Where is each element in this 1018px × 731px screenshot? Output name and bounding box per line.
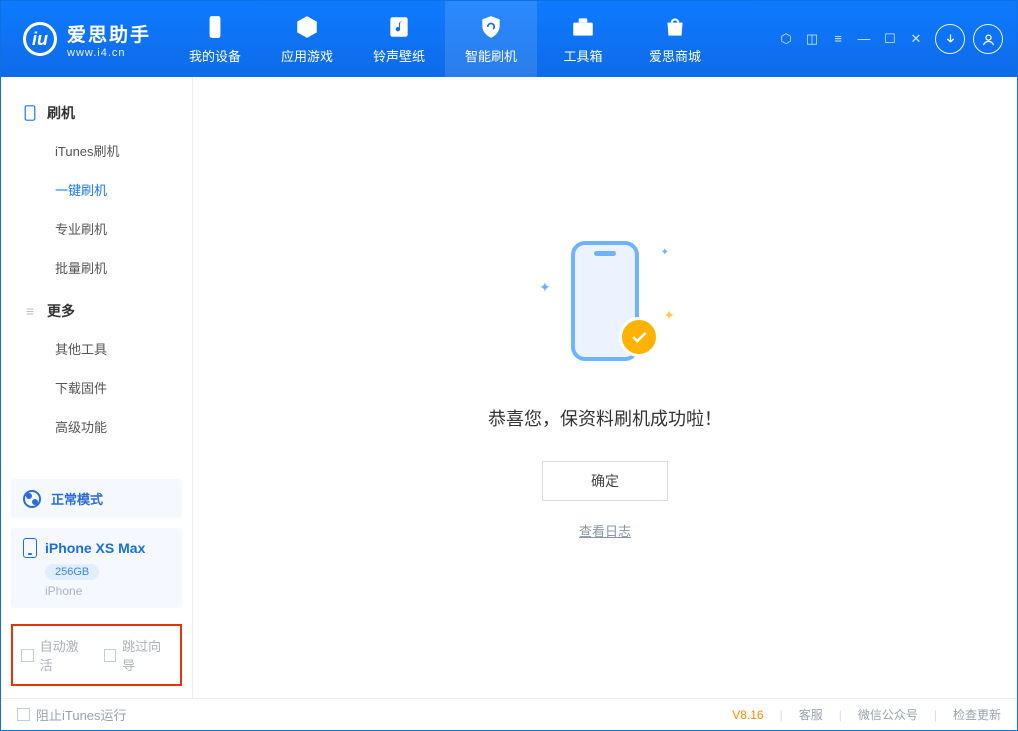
system-icons: ⬡ ◫ ≡ — ☐ ✕ [779,31,923,47]
version-label: V8.16 [732,708,763,722]
device-icon [202,14,228,40]
sparkle-icon: ✦ [663,307,675,324]
app-name: 爱思助手 [67,20,151,47]
footer-link-wechat[interactable]: 微信公众号 [858,706,918,723]
checkbox-block-itunes[interactable]: 阻止iTunes运行 [17,705,127,724]
sidebar-group-header[interactable]: 刷机 [1,95,192,131]
cube-icon [294,14,320,40]
logo-icon: iu [23,22,57,56]
phone-icon [23,538,37,558]
titlebar-controls: ⬡ ◫ ≡ — ☐ ✕ [779,24,1017,54]
shirt-icon[interactable]: ⬡ [779,31,793,47]
minimize-icon[interactable]: — [857,31,871,47]
shield-refresh-icon [478,14,504,40]
toolbox-icon [570,14,596,40]
sidebar-group-more: ≡ 更多 其他工具 下载固件 高级功能 [1,293,192,452]
user-button[interactable] [973,24,1003,54]
sidebar-item-other-tools[interactable]: 其他工具 [1,329,192,368]
titlebar: iu 爱思助手 www.i4.cn 我的设备 应用游戏 铃声壁纸 智能刷机 [1,1,1017,77]
group-title: 更多 [47,301,75,321]
mode-icon [23,490,41,508]
footer: 阻止iTunes运行 V8.16 | 客服 | 微信公众号 | 检查更新 [1,698,1017,730]
list-icon: ≡ [23,304,37,318]
sparkle-icon: ✦ [539,279,551,296]
success-message: 恭喜您，保资料刷机成功啦！ [488,405,722,431]
check-badge-icon [619,317,659,357]
nav-my-device[interactable]: 我的设备 [169,1,261,77]
sidebar: 刷机 iTunes刷机 一键刷机 专业刷机 批量刷机 ≡ 更多 其他工具 下载固… [1,77,193,698]
mode-label: 正常模式 [51,489,103,508]
checkbox-icon [17,708,30,721]
bag-icon [662,14,688,40]
device-card[interactable]: iPhone XS Max 256GB iPhone [11,528,182,608]
nav-store[interactable]: 爱思商城 [629,1,721,77]
mode-card[interactable]: 正常模式 [11,479,182,518]
app-window: iu 爱思助手 www.i4.cn 我的设备 应用游戏 铃声壁纸 智能刷机 [0,0,1018,731]
device-name: iPhone XS Max [45,540,145,556]
sidebar-scroll: 刷机 iTunes刷机 一键刷机 专业刷机 批量刷机 ≡ 更多 其他工具 下载固… [1,77,192,473]
footer-link-support[interactable]: 客服 [799,706,823,723]
sidebar-item-advanced[interactable]: 高级功能 [1,407,192,446]
sidebar-group-header[interactable]: ≡ 更多 [1,293,192,329]
sparkle-icon: ✦ [661,247,669,258]
nav-label: 我的设备 [189,46,241,65]
nav-apps-games[interactable]: 应用游戏 [261,1,353,77]
nav-toolbox[interactable]: 工具箱 [537,1,629,77]
checkbox-icon [21,649,34,662]
maximize-icon[interactable]: ☐ [883,31,897,47]
app-logo: iu 爱思助手 www.i4.cn [1,20,169,59]
nav-label: 铃声壁纸 [373,46,425,65]
footer-link-update[interactable]: 检查更新 [953,706,1001,723]
close-icon[interactable]: ✕ [909,31,923,47]
main-nav: 我的设备 应用游戏 铃声壁纸 智能刷机 工具箱 爱思商城 [169,1,721,77]
nav-label: 爱思商城 [649,46,701,65]
music-icon [386,14,412,40]
checkbox-label: 自动激活 [40,636,90,674]
separator: | [934,708,937,722]
nav-label: 应用游戏 [281,46,333,65]
options-highlight-box: 自动激活 跳过向导 [11,624,182,686]
device-capacity: 256GB [45,564,99,580]
lock-icon[interactable]: ◫ [805,31,819,47]
nav-ringtone-wallpaper[interactable]: 铃声壁纸 [353,1,445,77]
phone-outline-icon [23,106,37,120]
main-content: ✦ ✦ ✦ 恭喜您，保资料刷机成功啦！ 确定 查看日志 [193,77,1017,698]
device-subtitle: iPhone [45,584,170,598]
ok-button[interactable]: 确定 [542,461,668,501]
sidebar-group-flash: 刷机 iTunes刷机 一键刷机 专业刷机 批量刷机 [1,95,192,293]
sidebar-item-batch-flash[interactable]: 批量刷机 [1,248,192,287]
logo-text: 爱思助手 www.i4.cn [67,20,151,59]
nav-label: 智能刷机 [465,46,517,65]
nav-label: 工具箱 [564,46,603,65]
checkbox-skip-guide[interactable]: 跳过向导 [104,636,173,674]
group-title: 刷机 [47,103,75,123]
download-button[interactable] [935,24,965,54]
sidebar-item-pro-flash[interactable]: 专业刷机 [1,209,192,248]
view-log-link[interactable]: 查看日志 [579,521,631,540]
sidebar-item-itunes-flash[interactable]: iTunes刷机 [1,131,192,170]
nav-smart-flash[interactable]: 智能刷机 [445,1,537,77]
sidebar-item-download-firmware[interactable]: 下载固件 [1,368,192,407]
checkbox-label: 阻止iTunes运行 [36,705,127,724]
sidebar-item-oneclick-flash[interactable]: 一键刷机 [1,170,192,209]
checkbox-label: 跳过向导 [122,636,172,674]
separator: | [839,708,842,722]
success-illustration: ✦ ✦ ✦ [535,235,675,375]
footer-right: V8.16 | 客服 | 微信公众号 | 检查更新 [732,706,1001,723]
checkbox-auto-activate[interactable]: 自动激活 [21,636,90,674]
body: 刷机 iTunes刷机 一键刷机 专业刷机 批量刷机 ≡ 更多 其他工具 下载固… [1,77,1017,698]
menu-icon[interactable]: ≡ [831,31,845,47]
app-url: www.i4.cn [67,47,151,59]
separator: | [780,708,783,722]
checkbox-icon [104,649,117,662]
